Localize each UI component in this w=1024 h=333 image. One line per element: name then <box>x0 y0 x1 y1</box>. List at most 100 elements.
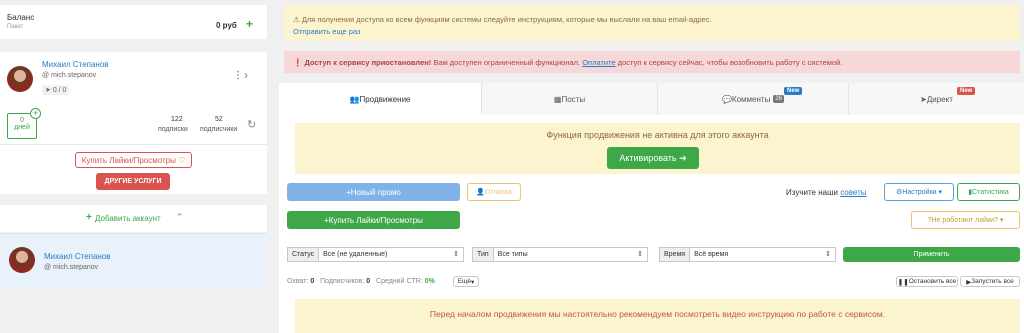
ctr-value: 0% <box>424 278 435 285</box>
account-list-item[interactable]: Михаил Степанов @ mich.stepanov <box>0 233 267 289</box>
summary-row: Охват: 0 Подписчиков: 0 Средний CTR: 0% <box>287 278 435 285</box>
buy-likes-main-label: Купить Лайки/Просмотры <box>328 215 423 225</box>
time-filter[interactable]: Время Всё время ⇕ <box>659 247 836 262</box>
account-list-username: @ mich.stepanov <box>44 264 99 271</box>
type-filter-label: Тип <box>472 247 493 262</box>
tab-promotion[interactable]: 👥 Продвижение <box>279 83 482 115</box>
danger-text-2: доступ к сервису сейчас, чтобы возобнови… <box>617 58 843 67</box>
activate-button[interactable]: Активировать ➔ <box>607 147 699 169</box>
more-options-icon[interactable]: ⋮ <box>233 70 243 81</box>
send-icon: ➤ <box>920 94 927 104</box>
tab-posts[interactable]: ▦ Посты <box>482 83 658 115</box>
comments-count: 26 <box>773 95 785 103</box>
danger-bold: Доступ к сервису приостановлен! <box>304 58 432 67</box>
new-badge: New <box>784 87 803 95</box>
select-arrow-icon: ⇕ <box>637 251 643 258</box>
plus-icon: + <box>86 212 92 223</box>
new-badge: New <box>957 87 976 95</box>
subscriptions-value: 122 <box>171 116 183 123</box>
avatar <box>7 66 33 92</box>
tab-posts-label: Посты <box>561 94 586 104</box>
apply-button[interactable]: Применить <box>843 247 1020 262</box>
promo-banner: Функция продвижения не активна для этого… <box>295 123 1020 174</box>
type-select[interactable]: Все типы ⇕ <box>492 247 648 262</box>
comments-icon: 💬 <box>721 94 732 104</box>
avatar <box>9 247 35 273</box>
tab-direct[interactable]: ➤ Директ <box>849 83 1024 115</box>
warning-icon: ⚠ <box>293 15 302 24</box>
pay-link[interactable]: Оплатите <box>582 58 615 67</box>
refresh-icon[interactable]: ↻ <box>247 118 256 131</box>
add-account-panel[interactable]: + Добавить аккаунт ⌃ <box>0 205 267 232</box>
subs-value: 0 <box>366 278 371 285</box>
start-all-button[interactable]: ▶ Запустить все <box>960 276 1020 287</box>
info-alert-text: ⚠ Для получения доступа ко всем функциям… <box>293 15 712 24</box>
account-name[interactable]: Михаил Степанов <box>42 60 109 69</box>
tab-direct-label: Директ <box>926 94 953 104</box>
chevron-down-icon: ▾ <box>936 189 943 196</box>
unsubscribe-button[interactable]: 👤 Отписка <box>467 183 521 201</box>
select-arrow-icon: ⇕ <box>825 251 831 258</box>
buy-likes-main-button[interactable]: + Купить Лайки/Просмотры <box>287 211 460 229</box>
time-filter-label: Время <box>659 247 690 262</box>
chevron-down-icon: ▾ <box>471 278 475 286</box>
danger-alert: ❗ Доступ к сервису приостановлен! Вам до… <box>284 51 1020 73</box>
add-balance-icon[interactable]: + <box>246 17 253 31</box>
new-promo-button[interactable]: + Новый промо <box>287 183 460 201</box>
balance-panel: Баланс Пакет 0 руб + <box>0 5 267 39</box>
alert-icon: ❗ <box>293 58 305 67</box>
subscribers-label: подписчики <box>200 126 238 133</box>
stop-all-button[interactable]: ❚❚ Остановить все <box>896 276 958 287</box>
status-select[interactable]: Все (не удаленные) ⇕ <box>318 247 464 262</box>
select-arrow-icon: ⇕ <box>453 251 459 258</box>
status-select-value: Все (не удаленные) <box>323 251 388 258</box>
tips-link[interactable]: советы <box>840 188 866 197</box>
tab-promotion-label: Продвижение <box>359 94 411 104</box>
tab-comments-label: Комменты <box>731 94 771 104</box>
start-all-label: Запустить все <box>971 278 1014 285</box>
account-username: @ mich.stepanov <box>42 72 97 79</box>
days-label: дней <box>14 124 30 131</box>
more-label: Ещё <box>457 278 472 285</box>
unsubscribe-label: Отписка <box>484 188 512 196</box>
balance-value: 0 руб <box>216 21 237 30</box>
info-alert: ⚠ Для получения доступа ко всем функциям… <box>284 5 1020 41</box>
balance-label: Баланс <box>7 13 35 22</box>
main-panel <box>279 83 1024 333</box>
divider <box>0 144 267 145</box>
info-text: Для получения доступа ко всем функциям с… <box>301 15 712 24</box>
subscriptions-label: подписки <box>158 126 188 133</box>
grid-icon: ▦ <box>553 94 562 104</box>
reach-value: 0 <box>310 278 315 285</box>
statistics-label: Статистика <box>972 188 1009 196</box>
ctr-label: Средний CTR: <box>376 278 423 285</box>
type-filter[interactable]: Тип Все типы ⇕ <box>472 247 648 262</box>
account-stats-badge: ➤ 0 / 0 <box>42 85 70 95</box>
more-dropdown[interactable]: Ещё ▾ <box>453 276 479 287</box>
bottom-notice-text: Перед началом продвижения мы настоятельн… <box>429 309 886 319</box>
statistics-button[interactable]: ▮ Статистика <box>957 183 1020 201</box>
settings-label: Настройки <box>902 188 937 196</box>
status-filter-label: Статус <box>287 247 319 262</box>
tab-comments[interactable]: 💬 Комменты 26 <box>658 83 849 115</box>
chevron-right-icon[interactable]: › <box>244 68 248 82</box>
buy-likes-button[interactable]: Купить Лайки/Просмотры ♡ <box>75 152 192 168</box>
time-select[interactable]: Всё время ⇕ <box>689 247 836 262</box>
heart-icon: ♡ <box>175 155 186 165</box>
chevron-up-icon: ⌃ <box>176 212 184 222</box>
not-working-label: Не работают лайки? <box>931 216 998 224</box>
time-select-value: Всё время <box>694 251 729 258</box>
arrow-right-icon: ➔ <box>676 152 687 163</box>
danger-alert-text: ❗ Доступ к сервису приостановлен! Вам до… <box>293 58 842 67</box>
resend-link[interactable]: Отправить еще раз <box>293 27 360 36</box>
chevron-down-icon: ▾ <box>997 217 1004 224</box>
new-promo-label: Новый промо <box>350 187 401 197</box>
status-filter[interactable]: Статус Все (не удаленные) ⇕ <box>287 247 464 262</box>
user-minus-icon: 👤 <box>476 189 485 196</box>
users-icon: 👥 <box>349 94 360 104</box>
settings-button[interactable]: ⚙ Настройки ▾ <box>884 183 954 201</box>
balance-sublabel: Пакет <box>7 24 24 30</box>
add-days-icon[interactable]: + <box>30 108 41 119</box>
not-working-button[interactable]: ? Не работают лайки? ▾ <box>911 211 1020 229</box>
other-services-button[interactable]: ДРУГИЕ УСЛУГИ <box>96 173 170 190</box>
